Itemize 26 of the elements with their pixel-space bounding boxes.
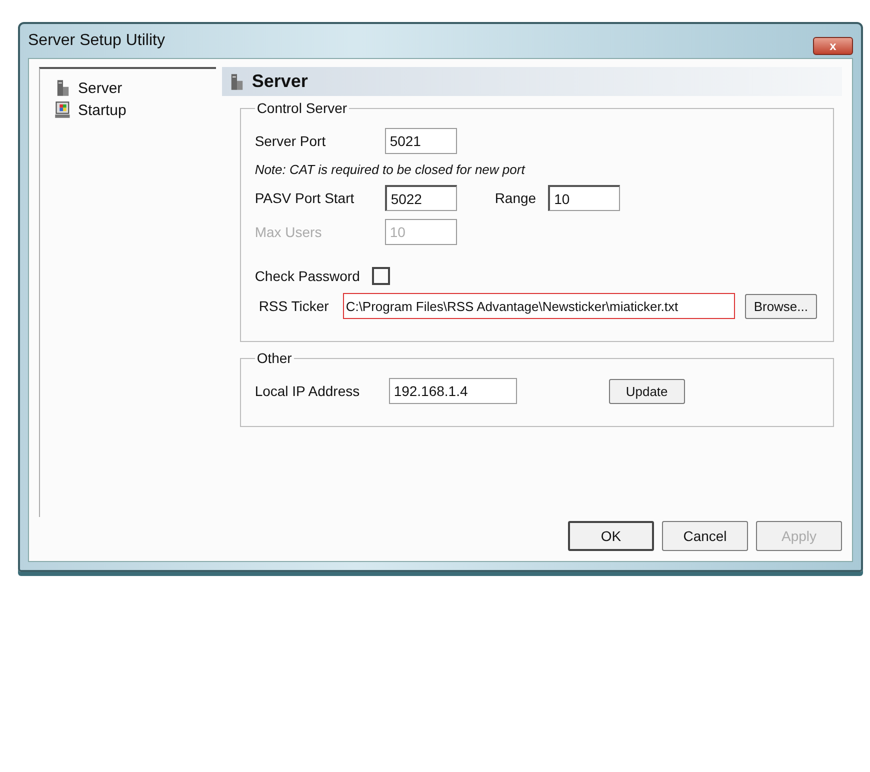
field-label: RSS Ticker <box>258 298 330 314</box>
tree-item[interactable]: Server <box>78 80 122 96</box>
window-title: Server Setup Utility <box>28 32 165 50</box>
input-field[interactable]: 192.168.1.4 <box>388 378 517 404</box>
panel-title: Server <box>252 71 308 92</box>
input-field[interactable]: 10 <box>548 185 620 211</box>
field-label: Local IP Address <box>254 383 361 399</box>
field-label: Range <box>494 190 536 206</box>
group-title: Control Server <box>256 100 348 116</box>
note-text: Note: CAT is required to be closed for new port <box>254 162 526 177</box>
field-label: Server Port <box>254 133 327 149</box>
input-field[interactable]: C:\Program Files\RSS Advantage\Newsticker\miaticker.txt <box>342 293 735 319</box>
browse-button[interactable]: Browse... <box>744 294 817 318</box>
dialog-button[interactable]: OK <box>568 521 654 551</box>
window-icon <box>54 101 72 119</box>
input-field[interactable]: 5021 <box>384 128 457 154</box>
checkbox-label: Check Password <box>254 268 360 284</box>
dialog-button[interactable]: Cancel <box>662 521 748 551</box>
input-field[interactable]: 5022 <box>384 185 457 211</box>
tree-item[interactable]: Startup <box>78 102 126 118</box>
checkbox[interactable] <box>372 267 390 285</box>
close-button[interactable]: x <box>813 37 853 55</box>
update-button[interactable]: Update <box>608 378 685 404</box>
field-label: Max Users <box>254 224 323 240</box>
field-label: PASV Port Start <box>254 190 356 206</box>
group-title: Other <box>256 350 293 366</box>
